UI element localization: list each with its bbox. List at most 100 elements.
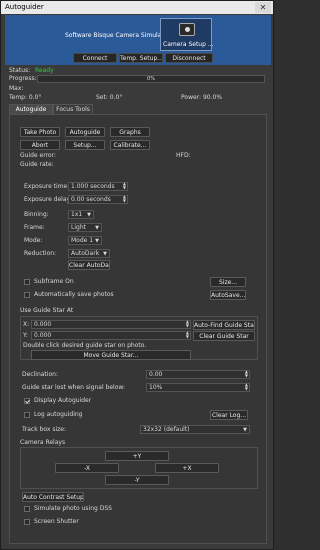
connect-button[interactable]: Connect — [73, 53, 117, 63]
mode-select[interactable]: Mode 1 ▼ — [68, 236, 102, 245]
close-icon[interactable]: ✕ — [255, 2, 271, 13]
guide-lost-label: Guide star lost when signal below: — [22, 384, 125, 391]
simulate-dss-label: Simulate photo using DSS — [34, 505, 112, 512]
relay-minus-y-button[interactable]: -Y — [105, 475, 169, 485]
chevron-down-icon: ▼ — [103, 251, 107, 257]
subframe-checkbox[interactable] — [24, 279, 30, 285]
move-guide-star-button[interactable]: Move Guide Star... — [31, 350, 191, 360]
log-autoguiding-checkbox[interactable] — [24, 412, 30, 418]
exposure-time-field[interactable]: 1.000 seconds ▲ ▼ — [68, 182, 128, 191]
status-label: Status: — [9, 67, 31, 74]
tab-autoguide[interactable]: Autoguide — [9, 104, 53, 114]
frame-select[interactable]: Light ▼ — [68, 223, 102, 232]
camera-banner: Software Bisque Camera Simulator Camera … — [5, 15, 271, 65]
guide-star-group: X: 0.000 ▲ ▼ Auto-Find Guide Star Y: 0.00… — [20, 316, 258, 360]
relay-plus-y-button[interactable]: +Y — [105, 451, 169, 461]
window-title: Autoguider — [5, 3, 44, 11]
camera-name: Software Bisque Camera Simulator — [65, 32, 170, 39]
camera-icon — [179, 23, 195, 36]
guide-lost-value: 10% — [149, 384, 163, 391]
declination-field[interactable]: 0.00 ▲ ▼ — [146, 370, 250, 379]
guide-rate-label: Guide rate: — [20, 161, 54, 168]
relay-minus-x-button[interactable]: -X — [55, 463, 119, 473]
auto-find-guide-star-button[interactable]: Auto-Find Guide Star — [193, 320, 255, 330]
spinner-arrows-icon[interactable]: ▲ ▼ — [186, 331, 189, 339]
spinner-arrows-icon[interactable]: ▲ ▼ — [123, 182, 126, 190]
exposure-time-value: 1.000 seconds — [71, 183, 115, 190]
autoguider-window: Autoguider ✕ Software Bisque Camera Simu… — [0, 0, 274, 550]
reduction-label: Reduction: — [24, 250, 57, 257]
hfd-label: HFD: — [176, 152, 191, 159]
guide-x-label: X: — [23, 321, 30, 328]
spinner-arrows-icon[interactable]: ▲ ▼ — [245, 383, 248, 391]
set-label: Set: 0.0° — [96, 94, 123, 101]
graphs-button[interactable]: Graphs — [110, 127, 150, 137]
power-label: Power: 90.0% — [181, 94, 223, 101]
temp-setup-button[interactable]: Temp. Setup... — [119, 53, 163, 63]
setup-button[interactable]: Setup... — [65, 140, 105, 150]
status-value: Ready — [35, 67, 54, 74]
progress-bar: 0% — [37, 75, 265, 83]
exposure-time-label: Exposure time: — [24, 183, 70, 190]
reduction-select[interactable]: AutoDark ▼ — [68, 249, 110, 258]
screen-shutter-label: Screen Shutter — [34, 518, 79, 525]
camera-relays-title: Camera Relays — [20, 439, 66, 446]
clear-guide-star-button[interactable]: Clear Guide Star — [193, 331, 255, 341]
log-autoguiding-label: Log autoguiding — [34, 411, 83, 418]
abort-button[interactable]: Abort — [20, 140, 60, 150]
max-label: Max: — [9, 85, 24, 92]
tab-focus-tools[interactable]: Focus Tools — [53, 104, 93, 114]
disconnect-button[interactable]: Disconnect — [165, 53, 213, 63]
chevron-down-icon: ▼ — [95, 238, 99, 244]
temp-label: Temp: 0.0° — [9, 94, 42, 101]
display-autoguider-label: Display Autoguider — [34, 397, 92, 404]
progress-text: 0% — [147, 76, 155, 82]
autosave-label: Automatically save photos — [34, 291, 114, 298]
guide-star-hint: Double click desired guide star on photo… — [23, 342, 147, 349]
binning-value: 1x1 — [71, 211, 83, 218]
exposure-delay-value: 0.00 seconds — [71, 196, 111, 203]
display-autoguider-checkbox[interactable] — [24, 398, 30, 404]
spinner-arrows-icon[interactable]: ▲ ▼ — [245, 370, 248, 378]
autoguide-button[interactable]: Autoguide — [65, 127, 105, 137]
clear-autodark-button[interactable]: Clear AutoDark — [68, 260, 110, 270]
chevron-down-icon: ▼ — [243, 427, 247, 433]
autosave-checkbox[interactable] — [24, 292, 30, 298]
track-box-label: Track box size: — [22, 426, 67, 433]
autoguide-panel: Take Photo Autoguide Graphs Abort Setup.… — [9, 114, 267, 544]
subframe-label: Subframe On — [34, 278, 74, 285]
camera-setup-label: Camera Setup ... — [163, 41, 214, 48]
camera-relays-group: +Y -X +X -Y — [20, 447, 258, 489]
track-box-select[interactable]: 32x32 (default) ▼ — [140, 425, 250, 434]
chevron-down-icon: ▼ — [87, 212, 91, 218]
clear-log-button[interactable]: Clear Log... — [210, 410, 248, 420]
guide-error-label: Guide error: — [20, 152, 56, 159]
spinner-arrows-icon[interactable]: ▲ ▼ — [123, 195, 126, 203]
calibrate-button[interactable]: Calibrate... — [110, 140, 150, 150]
autosave-button[interactable]: AutoSave... — [210, 290, 246, 300]
screen-shutter-checkbox[interactable] — [24, 519, 30, 525]
guide-star-group-title: Use Guide Star At — [20, 307, 74, 314]
frame-label: Frame: — [24, 224, 45, 231]
mode-label: Mode: — [24, 237, 43, 244]
guide-y-label: Y: — [23, 332, 28, 339]
simulate-dss-checkbox[interactable] — [24, 506, 30, 512]
binning-label: Binning: — [24, 211, 49, 218]
auto-contrast-setup-button[interactable]: Auto Contrast Setup... — [22, 492, 84, 502]
relay-plus-x-button[interactable]: +X — [155, 463, 219, 473]
binning-select[interactable]: 1x1 ▼ — [68, 210, 94, 219]
mode-value: Mode 1 — [71, 237, 94, 244]
reduction-value: AutoDark — [71, 250, 100, 257]
camera-setup-button[interactable]: Camera Setup ... — [160, 18, 214, 51]
guide-x-field[interactable]: 0.000 ▲ ▼ — [31, 320, 191, 329]
size-button[interactable]: Size... — [210, 277, 246, 287]
guide-lost-field[interactable]: 10% ▲ ▼ — [146, 383, 250, 392]
guide-y-value: 0.000 — [34, 332, 52, 339]
guide-y-field[interactable]: 0.000 ▲ ▼ — [31, 331, 191, 340]
declination-value: 0.00 — [149, 371, 163, 378]
spinner-arrows-icon[interactable]: ▲ ▼ — [186, 320, 189, 328]
chevron-down-icon: ▼ — [95, 225, 99, 231]
take-photo-button[interactable]: Take Photo — [20, 127, 60, 137]
declination-label: Declination: — [22, 371, 58, 378]
exposure-delay-field[interactable]: 0.00 seconds ▲ ▼ — [68, 195, 128, 204]
